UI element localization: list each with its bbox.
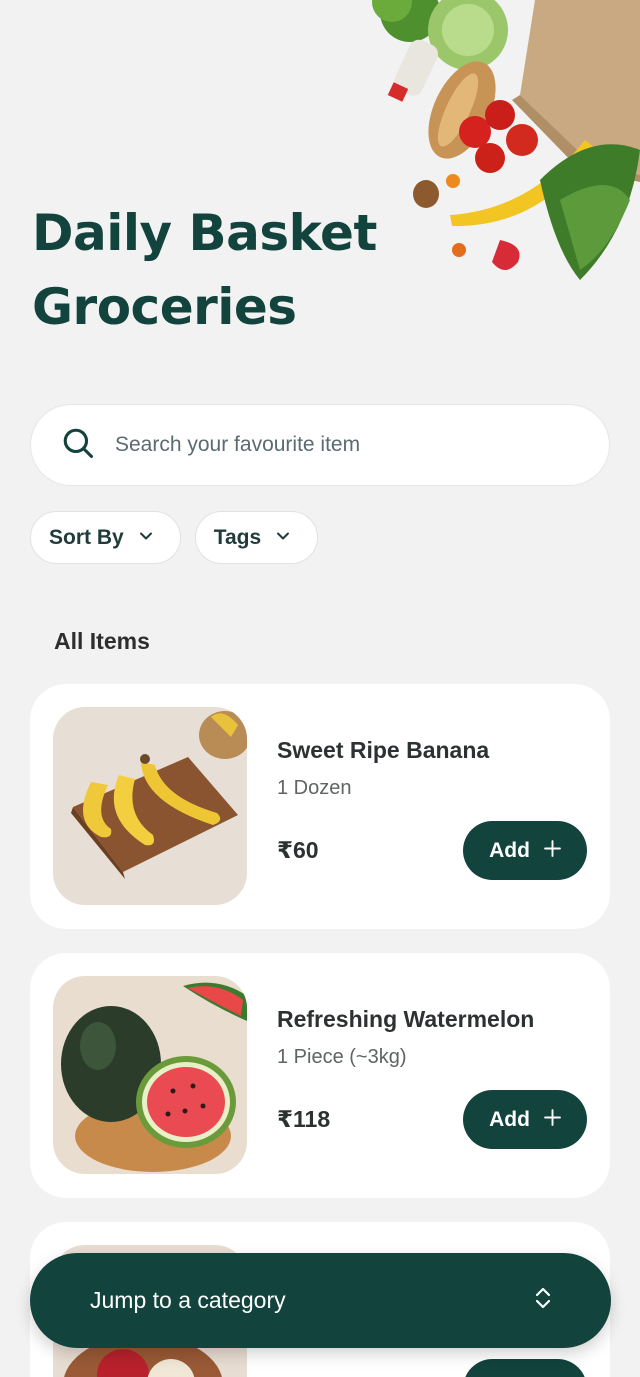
jump-to-category-button[interactable]: Jump to a category xyxy=(30,1253,611,1348)
jump-label: Jump to a category xyxy=(90,1287,286,1313)
page-title-line2: Groceries xyxy=(32,278,297,336)
add-to-cart-button[interactable]: Add xyxy=(463,821,587,880)
banana-image xyxy=(53,707,247,905)
chevron-down-icon xyxy=(275,526,291,550)
item-price: ₹60 xyxy=(277,837,319,863)
tags-dropdown[interactable]: Tags xyxy=(194,511,319,564)
section-title: All Items xyxy=(54,628,150,654)
item-name: Refreshing Watermelon xyxy=(277,1006,535,1032)
product-card[interactable]: Sweet Ripe Banana 1 Dozen ₹60 Add xyxy=(30,684,610,929)
page-title: Daily Basket Groceries xyxy=(32,196,432,344)
sort-by-label: Sort By xyxy=(49,525,124,549)
watermelon-image xyxy=(53,976,247,1174)
item-quantity: 1 Dozen xyxy=(277,777,352,799)
search-input[interactable] xyxy=(115,433,555,457)
item-price: ₹118 xyxy=(277,1106,331,1132)
filter-bar: Sort By Tags xyxy=(30,511,319,564)
chevron-down-icon xyxy=(138,526,154,550)
plus-icon xyxy=(544,839,561,863)
chevron-up-down-icon xyxy=(533,1285,553,1316)
add-label: Add xyxy=(489,838,530,862)
tags-label: Tags xyxy=(213,525,262,549)
sort-by-dropdown[interactable]: Sort By xyxy=(30,511,181,564)
product-card[interactable]: Refreshing Watermelon 1 Piece (~3kg) ₹11… xyxy=(30,953,610,1198)
search-icon xyxy=(61,426,95,465)
page-title-line1: Daily Basket xyxy=(32,204,377,262)
add-label: Add xyxy=(489,1107,530,1131)
search-bar[interactable] xyxy=(30,404,610,486)
plus-icon xyxy=(544,1108,561,1132)
add-to-cart-button[interactable]: Add xyxy=(463,1090,587,1149)
item-quantity: 1 Piece (~3kg) xyxy=(277,1046,407,1068)
item-name: Sweet Ripe Banana xyxy=(277,737,490,763)
add-to-cart-button[interactable] xyxy=(463,1359,587,1377)
